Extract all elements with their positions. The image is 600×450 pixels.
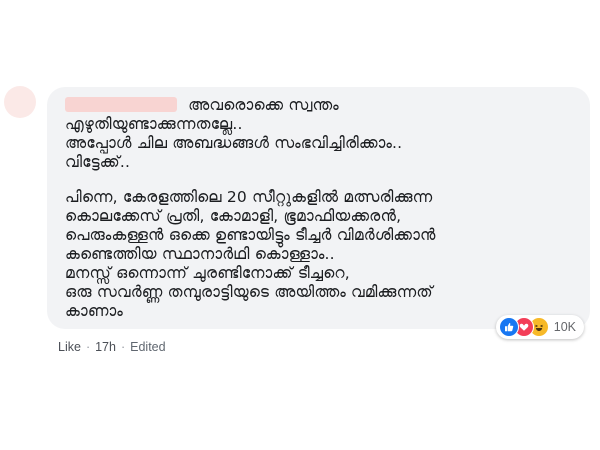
comment-line: അപ്പോൾ ചില അബദ്ധങ്ങൾ സംഭവിച്ചിരിക്കാം.. xyxy=(65,134,403,152)
comment-line: കൊലക്കേസ് പ്രതി, കോമാളി, ഭൂമാഫിയക്കരൻ, xyxy=(65,207,402,225)
comment-line: പിന്നെ, കേരളത്തിലെ 20 സീറ്റുകളിൽ മത്സരിക… xyxy=(65,188,433,206)
comment-line: ഒരു സവർണ്ണ തമ്പുരാട്ടിയുടെ അയിത്തം വമിക്… xyxy=(65,283,433,301)
comment-line: പെരുംകള്ളൻ ഒക്കെ ഉണ്ടായിട്ടും ടീച്ചർ വിമ… xyxy=(65,226,436,244)
comment-meta: Like · 17h · Edited xyxy=(58,340,166,354)
comment-paragraph: അവരൊക്കെ സ്വന്തം എഴുതിയുണ്ടാക്കുന്നതല്ലേ… xyxy=(65,95,576,172)
separator: · xyxy=(85,340,91,354)
comment-text: അവരൊക്കെ സ്വന്തം xyxy=(188,96,339,114)
avatar[interactable] xyxy=(4,86,36,118)
author-name-redacted[interactable] xyxy=(65,97,177,112)
reactions-summary[interactable]: 10K xyxy=(495,315,584,339)
edited-label[interactable]: Edited xyxy=(130,340,165,354)
comment-line: വിട്ടേക്ക്.. xyxy=(65,153,131,171)
comment-bubble: അവരൊക്കെ സ്വന്തം എഴുതിയുണ്ടാക്കുന്നതല്ലേ… xyxy=(47,87,590,339)
like-reaction-icon xyxy=(498,317,519,337)
comment-line: മനസ്സ് ഒന്നൊന്ന് ചുരണ്ടിനോക്ക് ടീച്ചറെ, xyxy=(65,264,350,282)
comment-paragraph: പിന്നെ, കേരളത്തിലെ 20 സീറ്റുകളിൽ മത്സരിക… xyxy=(65,188,576,321)
comment-line: എഴുതിയുണ്ടാക്കുന്നതല്ലേ.. xyxy=(65,115,243,133)
separator: · xyxy=(120,340,126,354)
like-link[interactable]: Like xyxy=(58,340,81,354)
comment-line: കണ്ടെത്തിയ സ്ഥാനാർഥി കൊള്ളാം.. xyxy=(65,245,335,263)
reaction-count: 10K xyxy=(553,320,576,334)
timestamp[interactable]: 17h xyxy=(95,340,116,354)
comment-line: അവരൊക്കെ സ്വന്തം xyxy=(65,95,576,115)
